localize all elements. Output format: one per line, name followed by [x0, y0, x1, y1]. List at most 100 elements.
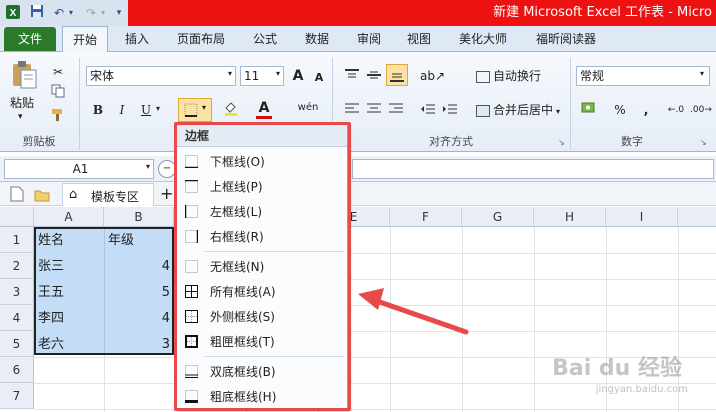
- tab-formulas[interactable]: 公式: [244, 26, 286, 52]
- copy-icon[interactable]: [48, 84, 68, 104]
- decrease-decimal-icon[interactable]: .00→: [690, 100, 712, 120]
- shrink-font-button[interactable]: A: [312, 68, 326, 88]
- excel-app-icon: X: [4, 4, 22, 22]
- font-family-select[interactable]: 宋体: [86, 66, 236, 86]
- row-header-1[interactable]: 1: [0, 227, 34, 253]
- number-dialog-launcher-icon[interactable]: ↘: [700, 138, 707, 147]
- font-color-button[interactable]: A: [256, 98, 272, 118]
- align-middle-icon[interactable]: [366, 68, 382, 82]
- bold-button[interactable]: B: [90, 100, 106, 120]
- tab-beautify[interactable]: 美化大师: [450, 26, 516, 52]
- underline-button[interactable]: U: [138, 100, 154, 120]
- undo-dropdown-icon[interactable]: ▾: [66, 4, 76, 22]
- align-left-icon[interactable]: [344, 102, 360, 116]
- add-tab-button[interactable]: +: [160, 184, 173, 203]
- baidu-watermark-logo: Bai du 经验: [552, 356, 682, 381]
- tab-file[interactable]: 文件: [4, 27, 56, 51]
- increase-decimal-icon[interactable]: ←.0: [666, 100, 686, 120]
- font-color-swatch: [256, 116, 272, 119]
- merge-center-icon: [476, 104, 490, 117]
- cell-b5[interactable]: 3: [105, 332, 173, 358]
- highlight-box: [174, 122, 351, 411]
- redo-dropdown-icon[interactable]: ▾: [98, 4, 108, 22]
- column-header-g[interactable]: G: [462, 207, 534, 227]
- fill-color-icon[interactable]: [222, 100, 240, 120]
- font-family-dropdown-icon[interactable]: ▾: [228, 69, 232, 78]
- new-file-icon[interactable]: [10, 186, 24, 202]
- number-format-select[interactable]: 常规: [576, 66, 710, 86]
- tab-home[interactable]: 开始: [62, 26, 108, 53]
- cell-a3[interactable]: 王五: [35, 280, 103, 306]
- save-icon[interactable]: [28, 4, 46, 22]
- number-format-dropdown-icon[interactable]: ▾: [700, 69, 704, 78]
- alignment-group-label: 对齐方式: [429, 135, 473, 148]
- tab-foxit[interactable]: 福昕阅读器: [526, 26, 606, 52]
- tab-review[interactable]: 审阅: [348, 26, 390, 52]
- border-button[interactable]: ▾: [178, 98, 212, 122]
- tab-page-layout[interactable]: 页面布局: [168, 26, 234, 52]
- decrease-indent-icon[interactable]: [420, 102, 436, 116]
- cell-a4[interactable]: 李四: [35, 306, 103, 332]
- home-icon: ⌂: [69, 187, 78, 202]
- merge-center-label: 合并后居中: [493, 103, 554, 117]
- wrap-text-button[interactable]: 自动换行: [476, 66, 556, 86]
- column-header-i[interactable]: I: [606, 207, 678, 227]
- cell-b3[interactable]: 5: [105, 280, 173, 306]
- cell-b2[interactable]: 4: [105, 254, 173, 280]
- name-box-dropdown-icon[interactable]: ▾: [146, 162, 150, 171]
- merge-center-button[interactable]: 合并后居中 ▾: [476, 100, 572, 120]
- align-bottom-icon[interactable]: [386, 64, 408, 86]
- column-header-b[interactable]: B: [104, 207, 174, 227]
- name-box[interactable]: A1: [4, 159, 154, 179]
- cell-a5[interactable]: 老六: [35, 332, 103, 358]
- border-icon: [184, 103, 198, 117]
- cut-icon[interactable]: ✂: [48, 62, 68, 82]
- tab-insert[interactable]: 插入: [114, 26, 160, 52]
- row-header-5[interactable]: 5: [0, 331, 34, 357]
- cell-b1[interactable]: 年级: [105, 228, 173, 254]
- cell-b4[interactable]: 4: [105, 306, 173, 332]
- template-tab[interactable]: ⌂ 模板专区: [62, 183, 154, 206]
- gridline: [34, 409, 716, 410]
- align-top-icon[interactable]: [344, 68, 360, 82]
- alignment-dialog-launcher-icon[interactable]: ↘: [558, 138, 565, 147]
- column-header-h[interactable]: H: [534, 207, 606, 227]
- row-header-7[interactable]: 7: [0, 383, 34, 409]
- select-all-corner[interactable]: [0, 207, 34, 227]
- align-center-icon[interactable]: [366, 102, 382, 116]
- tab-view[interactable]: 视图: [398, 26, 440, 52]
- row-header-4[interactable]: 4: [0, 305, 34, 331]
- paste-button[interactable]: 粘贴: [10, 94, 34, 111]
- increase-indent-icon[interactable]: [442, 102, 458, 116]
- paste-icon[interactable]: [8, 58, 40, 90]
- wrap-text-label: 自动换行: [493, 69, 542, 83]
- paste-dropdown-icon[interactable]: ▾: [18, 112, 23, 122]
- align-right-icon[interactable]: [388, 102, 404, 116]
- customize-qat-button[interactable]: ▾: [114, 4, 124, 22]
- currency-icon[interactable]: [578, 100, 604, 120]
- merge-dropdown-icon[interactable]: ▾: [556, 107, 560, 116]
- font-size-dropdown-icon[interactable]: ▾: [276, 69, 280, 78]
- grow-font-button[interactable]: A: [290, 66, 306, 86]
- folder-icon[interactable]: [34, 188, 50, 202]
- column-header-f[interactable]: F: [390, 207, 462, 227]
- row-header-6[interactable]: 6: [0, 357, 34, 383]
- comma-button[interactable]: ,: [638, 100, 654, 120]
- baidu-watermark-url: jingyan.baidu.com: [595, 384, 688, 395]
- orientation-icon[interactable]: ab↗: [420, 66, 445, 86]
- border-dropdown-icon[interactable]: ▾: [202, 103, 206, 112]
- row-header-3[interactable]: 3: [0, 279, 34, 305]
- italic-button[interactable]: I: [114, 100, 130, 120]
- phonetic-button[interactable]: wén: [296, 98, 320, 118]
- column-header-a[interactable]: A: [34, 207, 104, 227]
- row-header-2[interactable]: 2: [0, 253, 34, 279]
- underline-dropdown-icon[interactable]: ▾: [156, 104, 160, 113]
- formula-input[interactable]: [352, 159, 714, 179]
- cell-a1[interactable]: 姓名: [35, 228, 103, 254]
- clipboard-group-label: 剪贴板: [22, 135, 56, 148]
- percent-button[interactable]: %: [612, 100, 628, 120]
- cell-a2[interactable]: 张三: [35, 254, 103, 280]
- tab-data[interactable]: 数据: [296, 26, 338, 52]
- format-painter-icon[interactable]: [48, 108, 68, 128]
- gridline: [534, 227, 535, 412]
